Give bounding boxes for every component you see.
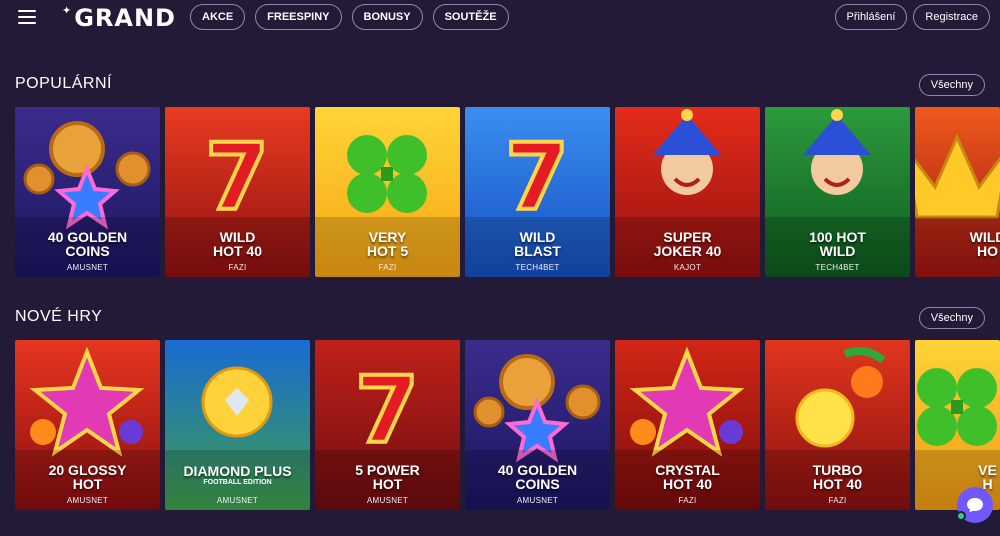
game-title-line1: DIAMOND PLUS xyxy=(183,463,292,479)
menu-icon[interactable] xyxy=(18,10,36,24)
game-tile[interactable]: 40 GOLDEN COINS AMUSNET xyxy=(15,107,160,277)
game-title-line2: HOT 40 xyxy=(212,243,262,259)
game-title-line1: SUPER xyxy=(663,229,712,245)
game-provider: FAZI xyxy=(228,263,247,272)
game-title-line1: 40 GOLDEN xyxy=(47,229,128,245)
online-status-dot xyxy=(956,511,966,521)
game-title-line1: 40 GOLDEN xyxy=(497,462,578,478)
game-title-line1: 100 HOT xyxy=(809,229,866,245)
section-title-popular: POPULÁRNÍ xyxy=(15,75,112,92)
game-title-line2: COINS xyxy=(65,243,110,259)
game-tile[interactable]: CRYSTAL HOT 40 FAZI xyxy=(615,340,760,510)
game-title-line2: HOT 40 xyxy=(662,476,712,492)
register-button[interactable]: Registrace xyxy=(913,4,990,30)
game-title-line1: VERY xyxy=(368,229,407,245)
game-title-line2: HO xyxy=(977,243,998,259)
game-title-line2: JOKER 40 xyxy=(653,243,722,259)
game-tile[interactable]: 100 HOT WILD TECH4BET xyxy=(765,107,910,277)
game-tile[interactable]: 75 POWER HOT AMUSNET xyxy=(315,340,460,510)
sparkle-icon: ✦ xyxy=(62,3,73,17)
game-provider: AMUSNET xyxy=(366,496,409,505)
main-nav: AKCE FREESPINY BONUSY SOUTĚŽE xyxy=(190,4,509,30)
new-all-button[interactable]: Všechny xyxy=(918,307,985,329)
game-provider: AMUSNET xyxy=(516,496,559,505)
game-title-line2: COINS xyxy=(515,476,560,492)
game-provider: KAJOT xyxy=(673,263,702,272)
game-provider: AMUSNET xyxy=(66,263,109,272)
game-tile[interactable]: 40 GOLDEN COINS AMUSNET xyxy=(465,340,610,510)
game-provider: AMUSNET xyxy=(216,496,259,505)
game-title-line2: HOT xyxy=(72,476,103,492)
brand-logo[interactable]: ✦ GRAND xyxy=(62,3,176,33)
game-provider: TECH4BET xyxy=(815,263,860,272)
game-provider: FAZI xyxy=(678,496,697,505)
login-button[interactable]: Přihlášení xyxy=(834,4,908,30)
top-bar: ✦ GRAND AKCE FREESPINY BONUSY SOUTĚŽE Při… xyxy=(0,0,1000,36)
game-subtitle: FOOTBALL EDITION xyxy=(203,479,272,486)
popular-games-row: 40 GOLDEN COINS AMUSNET 7 WILD HOT 40 FAZI VERY… xyxy=(15,107,1000,277)
game-title-line2: BLAST xyxy=(514,243,561,259)
game-tile[interactable]: SUPER JOKER 40 KAJOT xyxy=(615,107,760,277)
game-title-line1: WILD xyxy=(519,229,556,245)
game-title-line2: H xyxy=(982,476,993,492)
game-tile[interactable]: VERY HOT 5 FAZI xyxy=(315,107,460,277)
popular-all-button[interactable]: Všechny xyxy=(918,74,985,96)
game-title-line2: HOT xyxy=(372,476,403,492)
game-title-line1: TURBO xyxy=(812,462,863,478)
new-games-row: 20 GLOSSY HOT AMUSNET DIAMOND PLUS FOOTBALL … xyxy=(15,340,1000,510)
game-title-line1: VE xyxy=(978,462,997,478)
nav-bonusy[interactable]: BONUSY xyxy=(351,4,423,30)
game-tile[interactable]: VE H xyxy=(915,340,1000,510)
svg-text:7: 7 xyxy=(205,124,269,231)
game-title-line2: HOT 5 xyxy=(366,243,409,259)
logo-text: GRAND xyxy=(74,4,176,32)
game-title-line1: 20 GLOSSY xyxy=(48,462,127,478)
game-provider: AMUSNET xyxy=(66,496,109,505)
nav-freespiny[interactable]: FREESPINY xyxy=(255,4,342,30)
game-tile[interactable]: WILDHO xyxy=(915,107,1000,277)
svg-text:7: 7 xyxy=(505,124,569,231)
game-tile[interactable]: DIAMOND PLUS FOOTBALL EDITION AMUSNET xyxy=(165,340,310,510)
game-tile[interactable]: 7 WILD HOT 40 FAZI xyxy=(165,107,310,277)
game-tile[interactable]: TURBO HOT 40 FAZI xyxy=(765,340,910,510)
game-title-line1: WILD xyxy=(219,229,256,245)
section-title-new: NOVÉ HRY xyxy=(15,308,103,325)
game-tile[interactable]: 20 GLOSSY HOT AMUSNET xyxy=(15,340,160,510)
game-title-line2: HOT 40 xyxy=(812,476,862,492)
game-tile[interactable]: 7 WILD BLAST TECH4BET xyxy=(465,107,610,277)
nav-akce[interactable]: AKCE xyxy=(190,4,246,30)
game-provider: FAZI xyxy=(378,263,397,272)
auth-buttons: Přihlášení Registrace xyxy=(834,4,990,30)
nav-souteze[interactable]: SOUTĚŽE xyxy=(432,4,509,30)
game-provider: TECH4BET xyxy=(515,263,560,272)
game-title-line1: CRYSTAL xyxy=(655,462,720,478)
chat-bubble-icon xyxy=(967,498,983,513)
game-title-line1: WILD xyxy=(969,229,1000,245)
game-title-line2: WILD xyxy=(819,243,856,259)
game-provider: FAZI xyxy=(828,496,847,505)
svg-text:7: 7 xyxy=(355,357,419,464)
game-title-line1: 5 POWER xyxy=(355,462,420,478)
